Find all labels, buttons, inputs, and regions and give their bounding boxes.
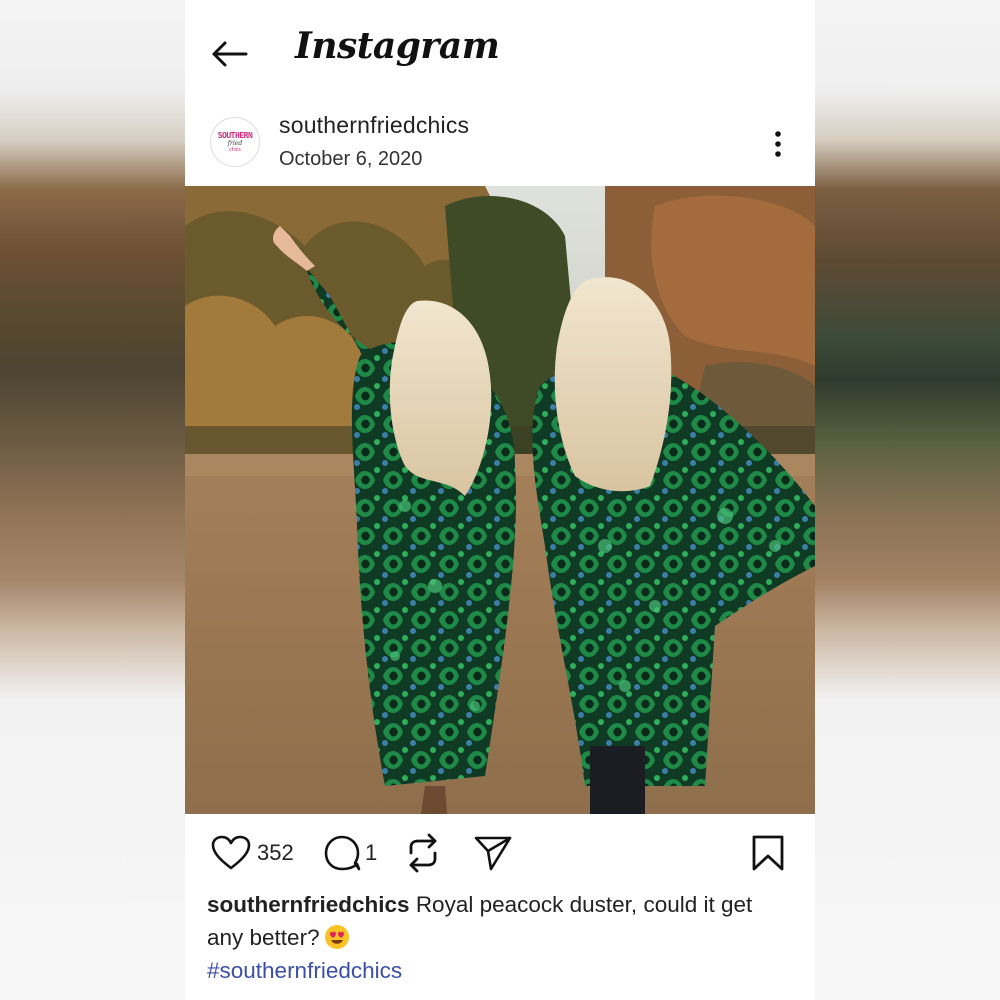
post-username[interactable]: southernfriedchics xyxy=(279,112,469,139)
more-options-button[interactable] xyxy=(763,126,793,162)
instagram-post-screen: Instagram SOUTHERN fried chics southernf… xyxy=(185,0,815,1000)
background-right-blur xyxy=(815,0,1000,1000)
avatar[interactable]: SOUTHERN fried chics xyxy=(210,117,260,167)
post-header: SOUTHERN fried chics southernfriedchics … xyxy=(185,106,815,182)
caption-hashtag[interactable]: #southernfriedchics xyxy=(207,954,787,987)
post-date: October 6, 2020 xyxy=(279,148,423,170)
heart-eyes-emoji-icon xyxy=(324,925,349,949)
save-button[interactable] xyxy=(751,826,785,880)
heart-icon xyxy=(211,835,251,870)
post-caption: southernfriedchics Royal peacock duster,… xyxy=(207,888,787,987)
background-left-blur xyxy=(0,0,185,1000)
post-actions: 352 1 xyxy=(185,826,815,880)
caption-username[interactable]: southernfriedchics xyxy=(207,892,410,917)
app-title: Instagram xyxy=(295,25,500,67)
bookmark-icon xyxy=(752,835,784,871)
comment-count: 1 xyxy=(365,840,378,865)
more-vertical-icon xyxy=(775,131,781,157)
post-image[interactable] xyxy=(185,186,815,814)
like-button[interactable]: 352 xyxy=(211,826,294,880)
like-count: 352 xyxy=(257,840,294,865)
share-button[interactable] xyxy=(473,826,513,880)
send-icon xyxy=(474,836,512,871)
repost-icon xyxy=(409,833,437,873)
top-bar: Instagram xyxy=(185,0,815,100)
post-photo-illustration xyxy=(185,186,815,814)
back-arrow-icon xyxy=(212,41,248,67)
avatar-logo-subtext-2: chics xyxy=(229,146,241,153)
repost-button[interactable] xyxy=(405,826,441,880)
comment-button[interactable]: 1 xyxy=(323,826,377,880)
avatar-logo-subtext: fried xyxy=(227,139,243,147)
avatar-logo-text: SOUTHERN xyxy=(217,130,253,140)
back-button[interactable] xyxy=(207,36,251,72)
comment-icon xyxy=(324,835,361,871)
